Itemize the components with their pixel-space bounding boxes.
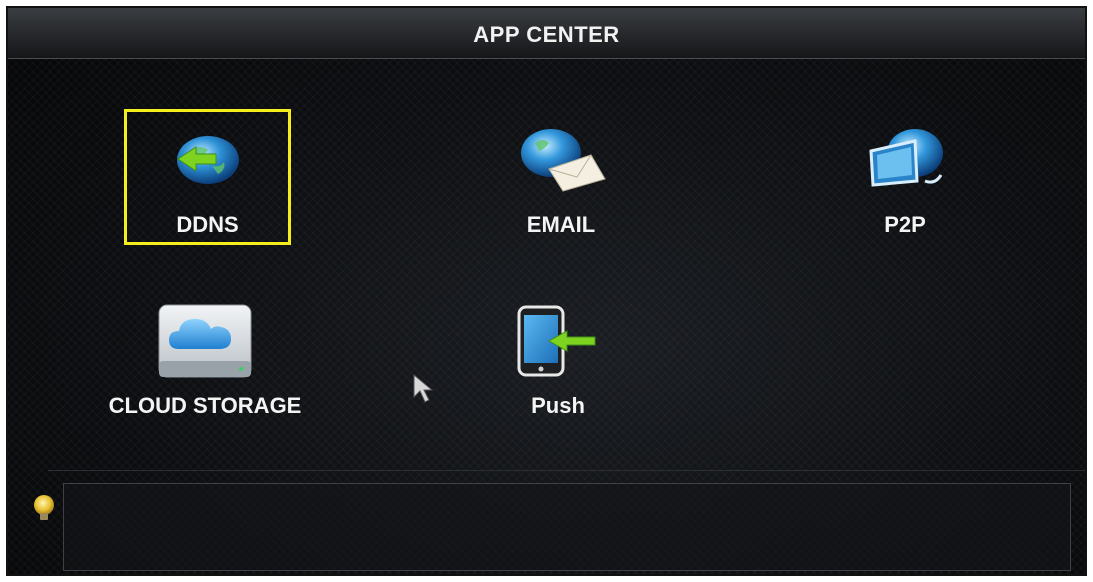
app-label-p2p: P2P	[884, 212, 926, 237]
app-cloud-storage[interactable]: CLOUD STORAGE	[70, 303, 340, 433]
cloud-storage-icon	[158, 304, 252, 378]
app-center-window: APP CENTER DDNS EMAIL P2P CLOUD STORAGE …	[6, 6, 1087, 576]
app-push[interactable]: Push	[503, 303, 613, 433]
title-bar: APP CENTER	[8, 8, 1085, 59]
app-p2p[interactable]: P2P	[840, 113, 970, 241]
app-email[interactable]: EMAIL	[486, 113, 636, 241]
app-label-cloud-storage: CLOUD STORAGE	[108, 393, 302, 418]
lightbulb-icon	[34, 495, 54, 520]
app-label-email: EMAIL	[526, 212, 596, 237]
mouse-cursor-icon	[413, 373, 434, 403]
tip-message-box	[63, 483, 1071, 571]
app-label-ddns: DDNS	[176, 212, 239, 237]
app-label-push: Push	[531, 393, 585, 418]
globe-arrow-icon	[177, 136, 239, 184]
window-title: APP CENTER	[473, 22, 620, 47]
globe-monitor-icon	[869, 129, 943, 187]
phone-arrow-icon	[517, 305, 596, 377]
app-ddns[interactable]: DDNS	[128, 113, 287, 241]
globe-envelope-icon	[521, 129, 606, 192]
